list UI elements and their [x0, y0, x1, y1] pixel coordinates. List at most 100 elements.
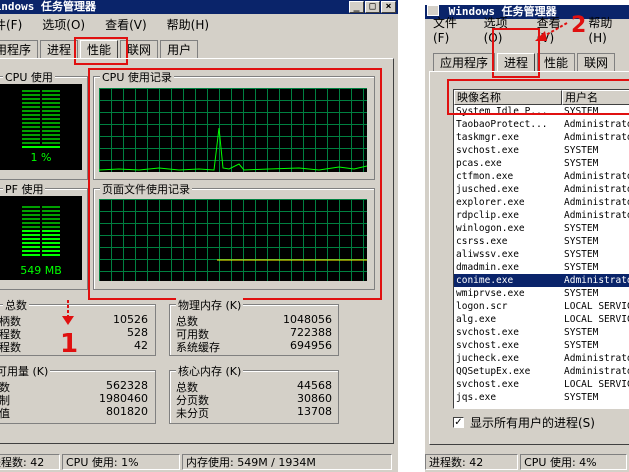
- tab-strip: 应用程序 进程 性能 联网 用户: [0, 40, 200, 58]
- stat-label: 系统缓存: [176, 341, 220, 354]
- process-user-name: SYSTEM: [564, 327, 599, 338]
- process-user-name: Administrator: [564, 184, 629, 195]
- process-user-name: SYSTEM: [564, 262, 599, 273]
- process-image-name: csrss.exe: [456, 236, 508, 247]
- process-row[interactable]: jusched.exe Administrator: [454, 183, 629, 196]
- minimize-button[interactable]: _: [349, 1, 364, 13]
- tab-processes[interactable]: 进程: [497, 53, 536, 71]
- process-row[interactable]: wmiprvse.exe SYSTEM: [454, 287, 629, 300]
- column-image-name[interactable]: 映像名称: [454, 90, 562, 105]
- process-row[interactable]: jqs.exe SYSTEM: [454, 391, 629, 404]
- title-bar[interactable]: Windows 任务管理器 _ □ ×: [0, 0, 398, 14]
- status-bar: 进程数: 42 CPU 使用: 1% 内存使用: 549M / 1934M: [0, 452, 398, 472]
- process-image-name: alg.exe: [456, 314, 497, 325]
- pf-usage-value: 549 MB: [20, 264, 62, 277]
- process-user-name: SYSTEM: [564, 392, 599, 403]
- process-row[interactable]: csrss.exe SYSTEM: [454, 235, 629, 248]
- process-row[interactable]: svchost.exe LOCAL SERVICE: [454, 378, 629, 391]
- process-user-name: SYSTEM: [564, 236, 599, 247]
- process-image-name: QQSetupEx.exe: [456, 366, 531, 377]
- tab-processes[interactable]: 进程: [40, 40, 79, 58]
- annotation-arrow-icon: [535, 22, 568, 41]
- process-row[interactable]: alg.exe LOCAL SERVICE: [454, 313, 629, 326]
- cpu-usage-label: CPU 使用: [3, 69, 55, 85]
- process-row[interactable]: rdpclip.exe Administrator: [454, 209, 629, 222]
- kernel-memory-label: 核心内存 (K): [176, 363, 244, 379]
- process-row[interactable]: svchost.exe SYSTEM: [454, 144, 629, 157]
- menu-help[interactable]: 帮助(H): [167, 16, 209, 33]
- tab-networking[interactable]: 联网: [120, 40, 159, 58]
- totals-label: 总数: [3, 297, 29, 313]
- process-image-name: explorer.exe: [456, 197, 525, 208]
- show-all-users-checkbox-row[interactable]: ✓ 显示所有用户的进程(S): [453, 414, 595, 431]
- cpu-usage-value: 1 %: [30, 151, 52, 164]
- column-user-name[interactable]: 用户名: [562, 90, 629, 105]
- process-image-name: jusched.exe: [456, 184, 519, 195]
- process-user-name: Administrator: [564, 171, 629, 182]
- cpu-history-graph: [99, 88, 367, 172]
- process-user-name: SYSTEM: [564, 223, 599, 234]
- process-user-name: LOCAL SERVICE: [564, 301, 629, 312]
- cpu-history-label: CPU 使用记录: [100, 69, 174, 85]
- tab-applications[interactable]: 应用程序: [0, 40, 39, 58]
- process-row[interactable]: pcas.exe SYSTEM: [454, 157, 629, 170]
- process-row[interactable]: svchost.exe SYSTEM: [454, 326, 629, 339]
- process-row[interactable]: aliwssv.exe SYSTEM: [454, 248, 629, 261]
- status-bar: 进程数: 42 CPU 使用: 4%: [425, 452, 629, 472]
- process-user-name: LOCAL SERVICE: [564, 314, 629, 325]
- annotation-number-2: 2: [571, 13, 587, 38]
- maximize-button[interactable]: □: [365, 1, 380, 13]
- show-all-users-checkbox[interactable]: ✓: [453, 417, 464, 428]
- process-row[interactable]: explorer.exe Administrator: [454, 196, 629, 209]
- process-user-name: Administrator: [564, 119, 629, 130]
- commit-peak: 峰值 801820: [0, 405, 148, 421]
- status-processes: 进程数: 42: [425, 454, 519, 470]
- tab-applications[interactable]: 应用程序: [433, 53, 496, 71]
- process-row[interactable]: TaobaoProtect... Administrator: [454, 118, 629, 131]
- process-row[interactable]: ctfmon.exe Administrator: [454, 170, 629, 183]
- show-all-users-label: 显示所有用户的进程(S): [470, 416, 595, 430]
- process-user-name: Administrator: [564, 275, 629, 286]
- process-row[interactable]: taskmgr.exe Administrator: [454, 131, 629, 144]
- process-user-name: SYSTEM: [564, 145, 599, 156]
- process-row[interactable]: winlogon.exe SYSTEM: [454, 222, 629, 235]
- process-image-name: svchost.exe: [456, 379, 519, 390]
- menu-view[interactable]: 查看(V): [105, 16, 147, 33]
- process-row[interactable]: conime.exe Administrator: [454, 274, 629, 287]
- process-user-name: Administrator: [564, 197, 629, 208]
- process-user-name: SYSTEM: [564, 249, 599, 260]
- menu-file[interactable]: 文件(F): [433, 14, 472, 45]
- menu-file[interactable]: 文件(F): [0, 16, 22, 33]
- process-row[interactable]: QQSetupEx.exe Administrator: [454, 365, 629, 378]
- annotation-arrow-down-icon: [62, 300, 74, 325]
- process-list[interactable]: 映像名称 用户名 System Idle P... SYSTEM TaobaoPro…: [453, 89, 629, 409]
- process-row[interactable]: logon.scr LOCAL SERVICE: [454, 300, 629, 313]
- tab-networking[interactable]: 联网: [577, 53, 616, 71]
- pf-usage-label: PF 使用: [3, 181, 46, 197]
- menu-options[interactable]: 选项(O): [42, 16, 85, 33]
- process-row[interactable]: jucheck.exe Administrator: [454, 352, 629, 365]
- status-cpu: CPU 使用: 4%: [520, 454, 627, 470]
- tab-performance[interactable]: 性能: [537, 53, 576, 71]
- pf-history-graph: [99, 199, 367, 281]
- process-image-name: svchost.exe: [456, 327, 519, 338]
- task-manager-window-performance: Windows 任务管理器 _ □ × 文件(F) 选项(O) 查看(V) 帮助…: [0, 0, 398, 472]
- close-button[interactable]: ×: [381, 1, 396, 13]
- process-row[interactable]: svchost.exe SYSTEM: [454, 339, 629, 352]
- process-image-name: pcas.exe: [456, 158, 502, 169]
- process-user-name: SYSTEM: [564, 340, 599, 351]
- status-cpu: CPU 使用: 1%: [62, 454, 180, 470]
- menu-options[interactable]: 选项(O): [484, 14, 525, 45]
- tab-users[interactable]: 用户: [160, 40, 199, 58]
- commit-charge-label: 认可用量 (K): [0, 363, 51, 379]
- process-image-name: ctfmon.exe: [456, 171, 514, 182]
- window-controls: _ □ ×: [349, 1, 396, 13]
- process-row[interactable]: dmadmin.exe SYSTEM: [454, 261, 629, 274]
- menu-help[interactable]: 帮助(H): [588, 14, 629, 45]
- status-processes: 进程数: 42: [0, 454, 60, 470]
- tab-performance[interactable]: 性能: [80, 40, 119, 58]
- process-row[interactable]: System Idle P... SYSTEM: [454, 105, 629, 118]
- tab-strip: 应用程序 进程 性能 联网: [433, 53, 617, 71]
- menu-bar: 文件(F) 选项(O) 查看(V) 帮助(H): [0, 14, 398, 34]
- stat-label: 未分页: [176, 407, 209, 420]
